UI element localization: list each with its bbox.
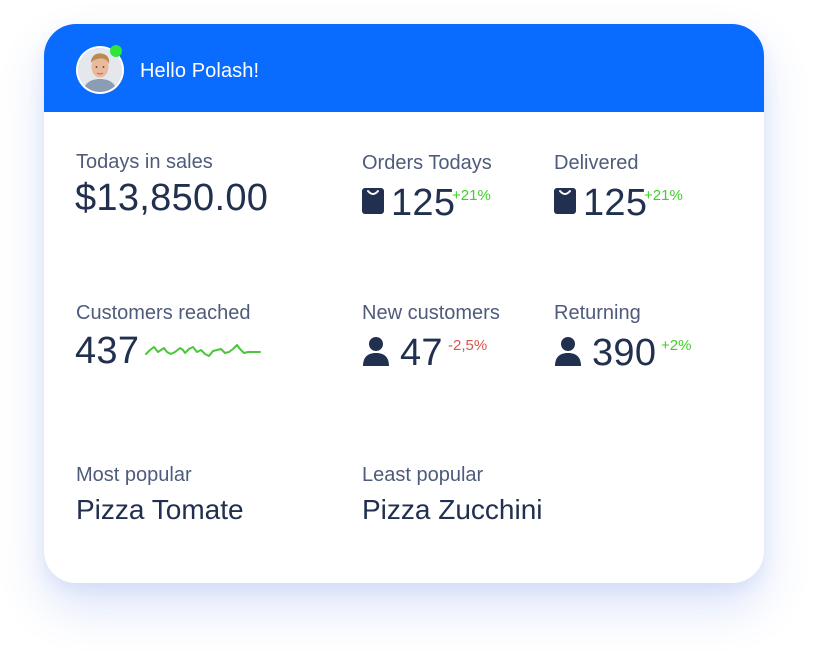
delivered-label: Delivered: [554, 152, 639, 174]
user-icon: [555, 337, 581, 366]
bag-icon: [554, 188, 576, 214]
sparkline-icon: [145, 344, 261, 357]
customers-reached-value: 437: [75, 330, 140, 372]
user-icon: [363, 337, 389, 366]
least-popular-label: Least popular: [362, 464, 484, 486]
new-customers-label: New customers: [362, 302, 500, 324]
sales-label: Todays in sales: [76, 151, 213, 173]
delivered-change: +21%: [644, 187, 683, 204]
customers-reached-label: Customers reached: [76, 302, 251, 324]
orders-value: 125: [391, 182, 456, 224]
delivered-value: 125: [583, 182, 648, 224]
returning-value: 390: [592, 332, 657, 374]
least-popular-value: Pizza Zucchini: [362, 494, 543, 525]
most-popular-label: Most popular: [76, 464, 192, 486]
returning-change: +2%: [661, 337, 692, 354]
online-status-dot: [110, 45, 122, 57]
bag-icon: [362, 188, 384, 214]
new-customers-value: 47: [400, 332, 443, 374]
dashboard-card: Hello Polash! Todays in sales $13,850.00…: [44, 24, 764, 583]
new-customers-change: -2,5%: [448, 337, 488, 354]
card-header: Hello Polash!: [44, 24, 764, 112]
sales-value: $13,850.00: [75, 177, 269, 219]
orders-change: +21%: [452, 187, 491, 204]
greeting-text: Hello Polash!: [140, 60, 260, 82]
most-popular-value: Pizza Tomate: [76, 494, 244, 525]
returning-label: Returning: [554, 302, 641, 324]
orders-label: Orders Todays: [362, 152, 492, 174]
